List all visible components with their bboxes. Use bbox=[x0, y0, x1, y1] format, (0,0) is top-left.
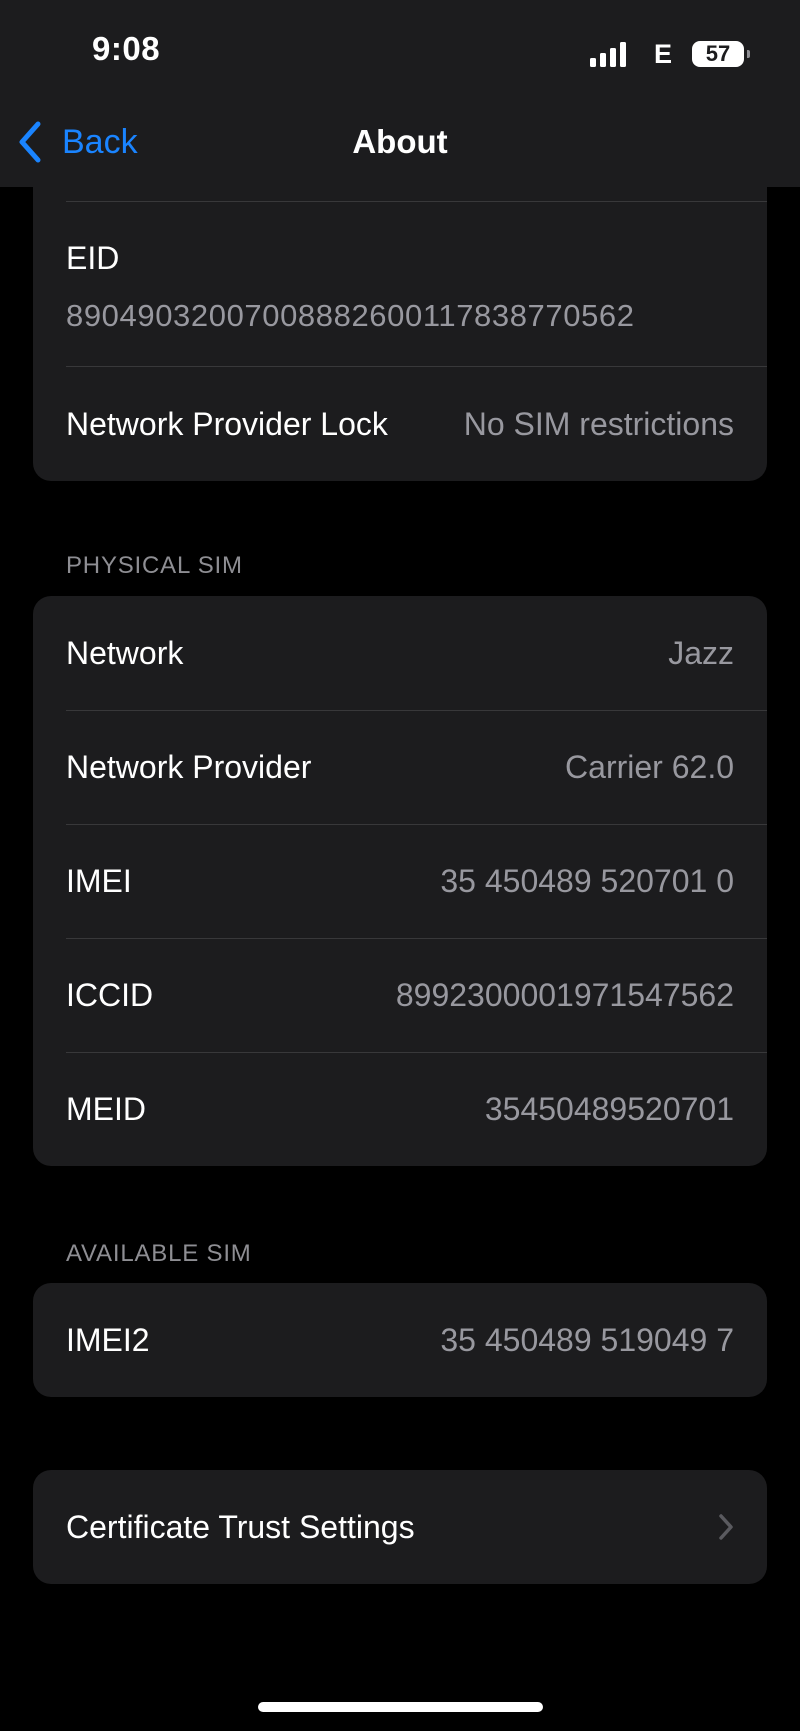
home-indicator[interactable] bbox=[258, 1702, 543, 1712]
back-label: Back bbox=[62, 123, 138, 161]
battery-level: 57 bbox=[705, 41, 731, 66]
meid-row[interactable]: MEID 35450489520701 bbox=[33, 1052, 767, 1166]
status-indicators: E 57 bbox=[589, 38, 750, 70]
divider bbox=[66, 201, 767, 202]
row-value: 35 450489 519049 7 bbox=[440, 1321, 734, 1358]
iccid-row[interactable]: ICCID 8992300001971547562 bbox=[33, 938, 767, 1052]
row-value: 35 450489 520701 0 bbox=[440, 862, 734, 899]
row-label: Certificate Trust Settings bbox=[66, 1508, 415, 1545]
row-label: IMEI2 bbox=[66, 1321, 150, 1358]
certificate-trust-settings-row[interactable]: Certificate Trust Settings bbox=[33, 1470, 767, 1584]
certificate-trust-settings-button[interactable]: Certificate Trust Settings bbox=[33, 1470, 767, 1584]
row-value: Carrier 62.0 bbox=[565, 748, 734, 785]
section-header-available-sim: AVAILABLE SIM bbox=[66, 1240, 252, 1267]
row-label: Network Provider Lock bbox=[66, 405, 388, 442]
battery-icon: 57 bbox=[692, 41, 750, 67]
physical-sim-card: Network Jazz Network Provider Carrier 62… bbox=[33, 596, 767, 1166]
row-label: ICCID bbox=[66, 976, 154, 1013]
top-bar: 9:08 E 57 Back About bbox=[0, 0, 800, 187]
imei2-row[interactable]: IMEI2 35 450489 519049 7 bbox=[33, 1283, 767, 1397]
row-value: 8992300001971547562 bbox=[395, 976, 734, 1013]
status-time: 9:08 bbox=[92, 30, 161, 67]
row-label: IMEI bbox=[66, 862, 132, 899]
back-chevron-icon bbox=[19, 121, 41, 163]
back-button[interactable]: Back bbox=[16, 116, 138, 168]
row-value: Jazz bbox=[668, 634, 734, 671]
eid-row[interactable]: EID 89049032007008882600117838770562 bbox=[66, 240, 635, 334]
row-label: Network Provider bbox=[66, 748, 312, 785]
available-sim-card: IMEI2 35 450489 519049 7 bbox=[33, 1283, 767, 1397]
chevron-right-icon bbox=[719, 1514, 733, 1540]
signal-icon bbox=[589, 41, 626, 67]
network-row[interactable]: Network Jazz bbox=[33, 596, 767, 710]
eid-value: 89049032007008882600117838770562 bbox=[66, 298, 635, 333]
network-type: E bbox=[653, 39, 672, 69]
row-value: No SIM restrictions bbox=[463, 405, 734, 442]
eid-label: EID bbox=[66, 240, 120, 276]
section-header-physical-sim: PHYSICAL SIM bbox=[66, 552, 243, 579]
imei-row[interactable]: IMEI 35 450489 520701 0 bbox=[33, 824, 767, 938]
row-label: MEID bbox=[66, 1090, 146, 1127]
row-label: Network bbox=[66, 634, 184, 671]
row-value: 35450489520701 bbox=[484, 1090, 734, 1127]
network-provider-row[interactable]: Network Provider Carrier 62.0 bbox=[33, 710, 767, 824]
network-provider-lock-row[interactable]: Network Provider Lock No SIM restriction… bbox=[33, 367, 767, 481]
